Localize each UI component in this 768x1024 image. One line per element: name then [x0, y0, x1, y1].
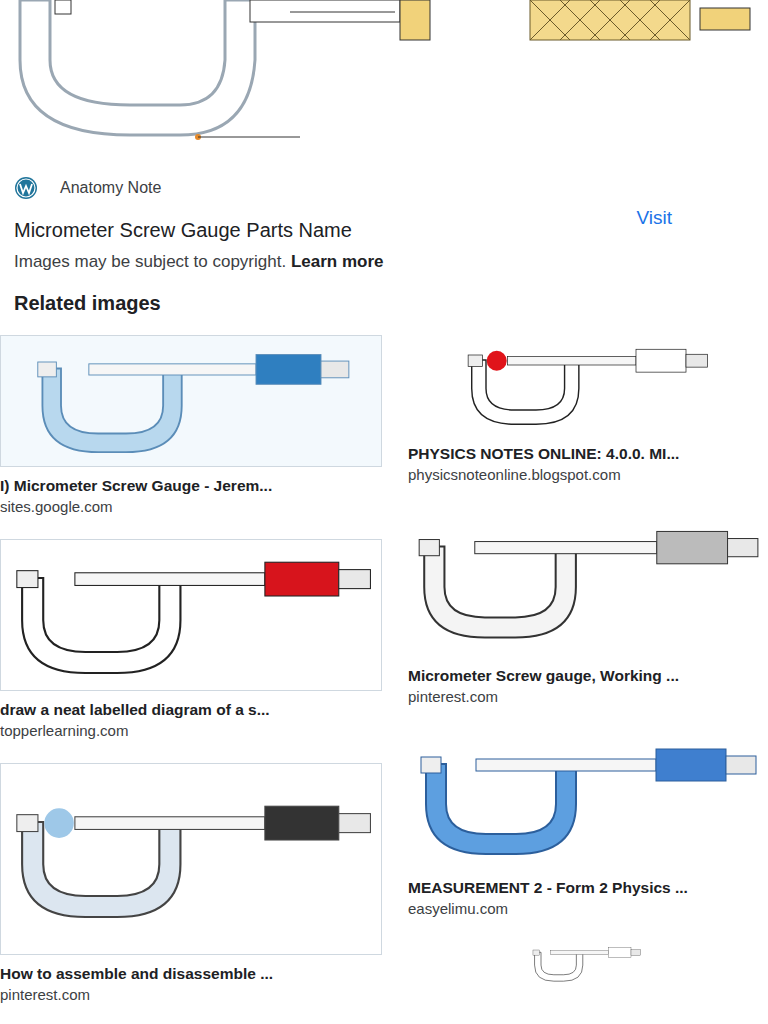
related-column: I) Micrometer Screw Gauge - Jerem...site… [0, 335, 380, 1024]
related-image[interactable] [404, 729, 768, 869]
related-title[interactable]: PHYSICS NOTES ONLINE: 4.0.0. MI... [408, 445, 764, 463]
related-caption[interactable]: Micrometer Screw gauge, Working ...pinte… [404, 657, 768, 715]
related-title[interactable]: Micrometer Screw gauge, Working ... [408, 667, 764, 685]
result-title[interactable]: Micrometer Screw Gauge Parts Name [14, 207, 352, 242]
related-image[interactable] [0, 763, 382, 955]
related-column: PHYSICS NOTES ONLINE: 4.0.0. MI...physic… [404, 335, 768, 1024]
related-caption[interactable]: How to assemble and disassemble ...pinte… [0, 955, 380, 1013]
related-item[interactable]: PHYSICS NOTES ONLINE: 4.0.0. MI...physic… [404, 335, 768, 507]
related-item[interactable]: I) Micrometer Screw Gauge - Jerem...site… [0, 335, 380, 539]
related-source: physicsnoteonline.blogspot.com [408, 463, 764, 483]
related-source: easyelimu.com [408, 897, 764, 917]
related-source: pinterest.com [0, 983, 376, 1003]
related-item[interactable]: draw a neat labelled diagram of a s...to… [0, 539, 380, 763]
result-source[interactable]: Anatomy Note [0, 155, 768, 201]
result-image[interactable] [0, 0, 768, 155]
related-caption[interactable]: I) Micrometer Screw Gauge - Jerem...site… [0, 467, 380, 525]
related-title[interactable]: I) Micrometer Screw Gauge - Jerem... [0, 477, 376, 495]
related-heading: Related images [0, 272, 768, 315]
related-title[interactable]: draw a neat labelled diagram of a s... [0, 701, 376, 719]
related-title[interactable]: How to assemble and disassemble ... [0, 965, 376, 983]
related-item[interactable] [404, 941, 768, 986]
visit-link[interactable]: Visit [636, 207, 754, 229]
related-image[interactable] [404, 507, 768, 657]
related-image[interactable] [404, 941, 768, 986]
related-item[interactable]: How to assemble and disassemble ...pinte… [0, 763, 380, 1024]
related-grid: I) Micrometer Screw Gauge - Jerem...site… [0, 315, 768, 1024]
related-item[interactable]: MEASUREMENT 2 - Form 2 Physics ...easyel… [404, 729, 768, 941]
related-item[interactable]: Micrometer Screw gauge, Working ...pinte… [404, 507, 768, 729]
related-title[interactable]: MEASUREMENT 2 - Form 2 Physics ... [408, 879, 764, 897]
related-source: pinterest.com [408, 685, 764, 705]
related-image[interactable] [404, 335, 768, 435]
copyright-notice: Images may be subject to copyright. Lear… [0, 242, 768, 272]
copyright-text: Images may be subject to copyright. [14, 252, 286, 271]
related-caption[interactable]: PHYSICS NOTES ONLINE: 4.0.0. MI...physic… [404, 435, 768, 493]
learn-more-link[interactable]: Learn more [291, 252, 384, 271]
related-caption[interactable]: draw a neat labelled diagram of a s...to… [0, 691, 380, 749]
micrometer-image [0, 0, 768, 155]
related-caption[interactable]: MEASUREMENT 2 - Form 2 Physics ...easyel… [404, 869, 768, 927]
wordpress-icon [14, 176, 38, 200]
related-image[interactable] [0, 335, 382, 467]
related-image[interactable] [0, 539, 382, 691]
source-name[interactable]: Anatomy Note [60, 179, 161, 197]
related-source: sites.google.com [0, 495, 376, 515]
related-source: topperlearning.com [0, 719, 376, 739]
